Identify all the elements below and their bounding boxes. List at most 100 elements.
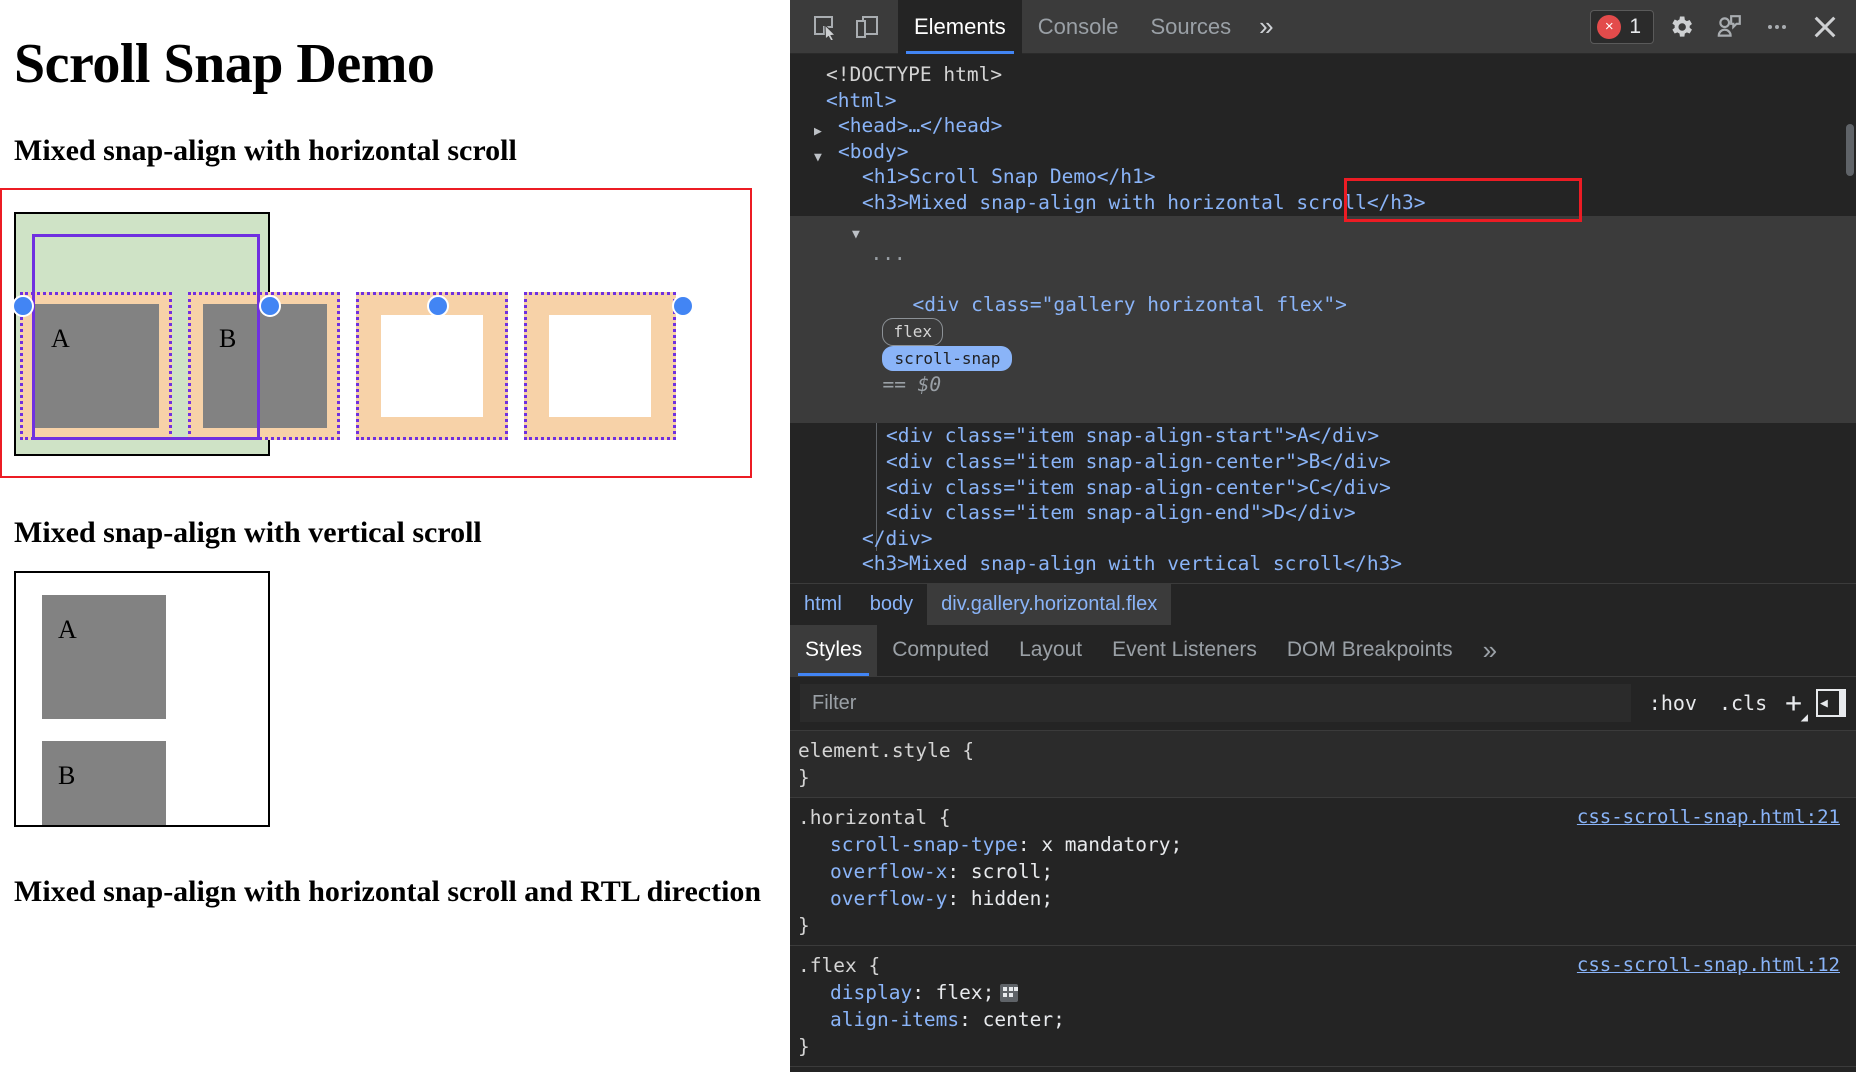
snap-point-dot-4 <box>672 295 694 317</box>
css-rule-horizontal-origin[interactable]: css-scroll-snap.html:21 <box>1577 804 1840 831</box>
dom-overflow-dots[interactable]: ... <box>870 242 905 265</box>
kebab-menu-icon[interactable] <box>1756 7 1798 47</box>
flex-badge[interactable]: flex <box>882 318 943 346</box>
dom-scrollbar[interactable] <box>1846 124 1854 176</box>
dom-line-h1[interactable]: <h1>Scroll Snap Demo</h1> <box>790 164 1856 190</box>
inspect-cursor-icon[interactable] <box>804 7 846 47</box>
decl-overflow-y-prop: overflow-y <box>830 887 947 910</box>
vertical-item-a[interactable]: A <box>42 595 166 719</box>
dom-h1-text: <h1>Scroll Snap Demo</h1> <box>862 165 1156 188</box>
css-rule-horizontal-close: } <box>798 912 1856 939</box>
scroll-snap-badge[interactable]: scroll-snap <box>882 346 1012 372</box>
dom-line-body[interactable]: ▼<body> <box>790 139 1856 165</box>
flex-editor-icon[interactable] <box>1000 984 1018 1002</box>
horizontal-gallery-region[interactable]: A B C D <box>0 188 790 478</box>
styles-filter-row: :hov .cls + ◢ ◀ <box>790 677 1856 731</box>
dom-line-item-a[interactable]: <div class="item snap-align-start">A</di… <box>790 423 1856 449</box>
breadcrumb-item-html[interactable]: html <box>790 584 856 625</box>
dom-h3-1-text: <h3>Mixed snap-align with horizontal scr… <box>862 191 1426 214</box>
styles-filter-input[interactable] <box>800 684 1631 722</box>
collapse-triangle-gallery[interactable]: ▼ <box>852 222 860 248</box>
dom-line-item-c[interactable]: <div class="item snap-align-center">C</d… <box>790 475 1856 501</box>
error-icon: × <box>1597 15 1621 39</box>
decl-align-items-value: center; <box>983 1008 1065 1031</box>
page-heading-rtl: Mixed snap-align with horizontal scroll … <box>14 875 776 910</box>
device-toolbar-icon[interactable] <box>846 7 888 47</box>
tab-styles[interactable]: Styles <box>790 625 877 676</box>
dom-item-a-text: <div class="item snap-align-start">A</di… <box>886 424 1379 447</box>
decl-overflow-x[interactable]: overflow-x: scroll; <box>798 858 1856 885</box>
css-rule-flex-close: } <box>798 1033 1856 1060</box>
pane-more-tabs-icon[interactable]: » <box>1468 625 1512 676</box>
dom-line-h3-horizontal[interactable]: <h3>Mixed snap-align with horizontal scr… <box>790 190 1856 216</box>
dom-line-head[interactable]: ▶<head>…</head> <box>790 113 1856 139</box>
devtools-panel[interactable]: Elements Console Sources » × 1 <box>790 0 1856 1072</box>
decl-overflow-y[interactable]: overflow-y: hidden; <box>798 885 1856 912</box>
error-count-label: 1 <box>1629 15 1641 39</box>
gear-icon[interactable] <box>1660 7 1702 47</box>
decl-overflow-x-prop: overflow-x <box>830 860 947 883</box>
element-style-selector: element.style { <box>798 737 1856 764</box>
page-title: Scroll Snap Demo <box>14 34 776 96</box>
dom-item-b-text: <div class="item snap-align-center">B</d… <box>886 450 1391 473</box>
tab-dom-breakpoints[interactable]: DOM Breakpoints <box>1272 625 1468 676</box>
gallery-vertical-box[interactable]: A B <box>14 571 270 827</box>
dom-line-h3-vertical[interactable]: <h3>Mixed snap-align with vertical scrol… <box>790 551 1856 577</box>
decl-display[interactable]: display: flex; <box>798 979 1856 1006</box>
tab-console[interactable]: Console <box>1022 0 1135 54</box>
breadcrumb-item-gallery[interactable]: div.gallery.horizontal.flex <box>927 584 1171 625</box>
dom-body-text: <body> <box>838 140 908 163</box>
tab-sources[interactable]: Sources <box>1134 0 1247 54</box>
dom-tree[interactable]: <!DOCTYPE html> <html> ▶<head>…</head> ▼… <box>790 54 1856 583</box>
selected-dollar-zero: == $0 <box>882 373 941 396</box>
rendered-page-pane[interactable]: Scroll Snap Demo Mixed snap-align with h… <box>0 0 790 1072</box>
dom-line-item-b[interactable]: <div class="item snap-align-center">B</d… <box>790 449 1856 475</box>
css-rule-gallery[interactable]: css-scroll-snap.html:6 .gallery { height… <box>790 1067 1856 1072</box>
new-style-rule-button[interactable]: + ◢ <box>1785 689 1802 717</box>
decl-scroll-snap-type-value: x mandatory; <box>1041 833 1182 856</box>
close-icon[interactable] <box>1804 7 1846 47</box>
error-count-badge[interactable]: × 1 <box>1590 10 1654 44</box>
sidebar-toggle-arrow-icon: ◀ <box>1820 696 1828 711</box>
cls-button[interactable]: .cls <box>1715 691 1771 715</box>
dom-selected-text: <div class="gallery horizontal flex"> <box>912 293 1346 316</box>
snap-point-dot-3 <box>427 295 449 317</box>
hov-button[interactable]: :hov <box>1645 691 1701 715</box>
devtools-toolbar: Elements Console Sources » × 1 <box>790 0 1856 54</box>
decl-overflow-y-value: hidden; <box>971 887 1053 910</box>
tab-elements[interactable]: Elements <box>898 0 1022 54</box>
decl-align-items-prop: align-items <box>830 1008 959 1031</box>
element-style-close: } <box>798 764 1856 791</box>
snap-area-d[interactable]: D <box>524 292 676 440</box>
dom-head-text: <head>…</head> <box>838 114 1002 137</box>
css-rule-flex-origin[interactable]: css-scroll-snap.html:12 <box>1577 952 1840 979</box>
dom-line-selected-gallery[interactable]: ... ▼ <div class="gallery horizontal fle… <box>790 216 1856 424</box>
dom-item-c-text: <div class="item snap-align-center">C</d… <box>886 476 1391 499</box>
dom-item-d-text: <div class="item snap-align-end">D</div> <box>886 501 1356 524</box>
decl-scroll-snap-type[interactable]: scroll-snap-type: x mandatory; <box>798 831 1856 858</box>
decl-overflow-x-value: scroll; <box>971 860 1053 883</box>
devtools-tab-strip: Elements Console Sources <box>898 0 1247 54</box>
page-heading-vertical: Mixed snap-align with vertical scroll <box>14 516 776 551</box>
vertical-item-b[interactable]: B <box>42 741 166 827</box>
sidebar-toggle-icon[interactable]: ◀ <box>1816 689 1846 717</box>
dom-line-doctype[interactable]: <!DOCTYPE html> <box>790 62 1856 88</box>
tab-event-listeners[interactable]: Event Listeners <box>1097 625 1272 676</box>
person-feedback-icon[interactable] <box>1708 7 1750 47</box>
decl-align-items[interactable]: align-items: center; <box>798 1006 1856 1033</box>
breadcrumb-item-body[interactable]: body <box>856 584 927 625</box>
page-heading-horizontal: Mixed snap-align with horizontal scroll <box>14 134 776 169</box>
more-tabs-icon[interactable]: » <box>1247 11 1285 42</box>
css-rule-element-style[interactable]: element.style { } <box>790 731 1856 798</box>
dom-line-item-d[interactable]: <div class="item snap-align-end">D</div> <box>790 500 1856 526</box>
css-rule-horizontal[interactable]: css-scroll-snap.html:21 .horizontal { sc… <box>790 798 1856 946</box>
tab-computed[interactable]: Computed <box>877 625 1004 676</box>
decl-display-value: flex; <box>936 981 995 1004</box>
inspected-element-border-overlay <box>32 234 260 440</box>
dom-line-html[interactable]: <html> <box>790 88 1856 114</box>
dom-line-close-div[interactable]: </div> <box>790 526 1856 552</box>
decl-scroll-snap-type-prop: scroll-snap-type <box>830 833 1018 856</box>
css-rules-list[interactable]: element.style { } css-scroll-snap.html:2… <box>790 731 1856 1072</box>
tab-layout[interactable]: Layout <box>1004 625 1097 676</box>
css-rule-flex[interactable]: css-scroll-snap.html:12 .flex { display:… <box>790 946 1856 1067</box>
